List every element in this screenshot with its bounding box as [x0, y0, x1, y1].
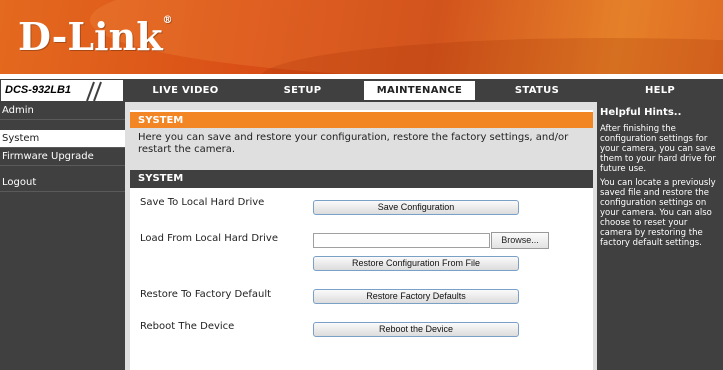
model-badge: DCS-932LB1 — [0, 79, 124, 102]
tab-setup[interactable]: SETUP — [245, 79, 360, 102]
tab-status[interactable]: STATUS — [479, 79, 595, 102]
tab-maintenance[interactable]: MAINTENANCE — [362, 79, 477, 102]
restore-factory-defaults-button[interactable]: Restore Factory Defaults — [313, 289, 519, 304]
main-content: SYSTEM Here you can save and restore you… — [125, 102, 597, 370]
slashes-icon — [86, 81, 102, 102]
dlink-logo: D-Link® — [18, 14, 173, 60]
logo-text: D-Link — [18, 14, 163, 59]
registered-mark: ® — [162, 15, 173, 26]
sidebar-item-logout[interactable]: Logout — [0, 174, 125, 192]
help-paragraph: After finishing the configuration settin… — [600, 124, 716, 174]
tab-help[interactable]: HELP — [597, 79, 723, 102]
system-panel-title: SYSTEM — [130, 170, 593, 188]
system-panel: SYSTEM Save To Local Hard Drive Save Con… — [130, 170, 593, 370]
sidebar-item-admin[interactable]: Admin — [0, 102, 125, 120]
save-configuration-button[interactable]: Save Configuration — [313, 200, 519, 215]
intro-title: SYSTEM — [130, 110, 593, 128]
browse-button[interactable]: Browse... — [491, 232, 549, 249]
sidebar: Admin System Firmware Upgrade Logout — [0, 102, 125, 370]
save-label: Save To Local Hard Drive — [140, 197, 265, 208]
sidebar-item-system[interactable]: System — [0, 130, 125, 148]
help-panel: Helpful Hints.. After finishing the conf… — [597, 102, 723, 370]
intro-panel: SYSTEM Here you can save and restore you… — [130, 110, 593, 166]
help-title: Helpful Hints.. — [600, 107, 682, 118]
intro-description: Here you can save and restore your confi… — [138, 132, 569, 155]
load-label: Load From Local Hard Drive — [140, 233, 278, 244]
model-name: DCS-932LB1 — [5, 84, 72, 96]
tab-live-video[interactable]: LIVE VIDEO — [128, 79, 243, 102]
top-navigation: DCS-932LB1 LIVE VIDEO SETUP MAINTENANCE … — [0, 74, 723, 102]
factory-default-label: Restore To Factory Default — [140, 289, 272, 300]
file-path-input[interactable] — [313, 233, 490, 248]
restore-from-file-button[interactable]: Restore Configuration From File — [313, 256, 519, 271]
help-paragraph: You can locate a previously saved file a… — [600, 178, 716, 248]
reboot-label: Reboot The Device — [140, 321, 235, 332]
reboot-device-button[interactable]: Reboot the Device — [313, 322, 519, 337]
header-banner: D-Link® — [0, 0, 723, 74]
sidebar-item-firmware-upgrade[interactable]: Firmware Upgrade — [0, 148, 125, 166]
